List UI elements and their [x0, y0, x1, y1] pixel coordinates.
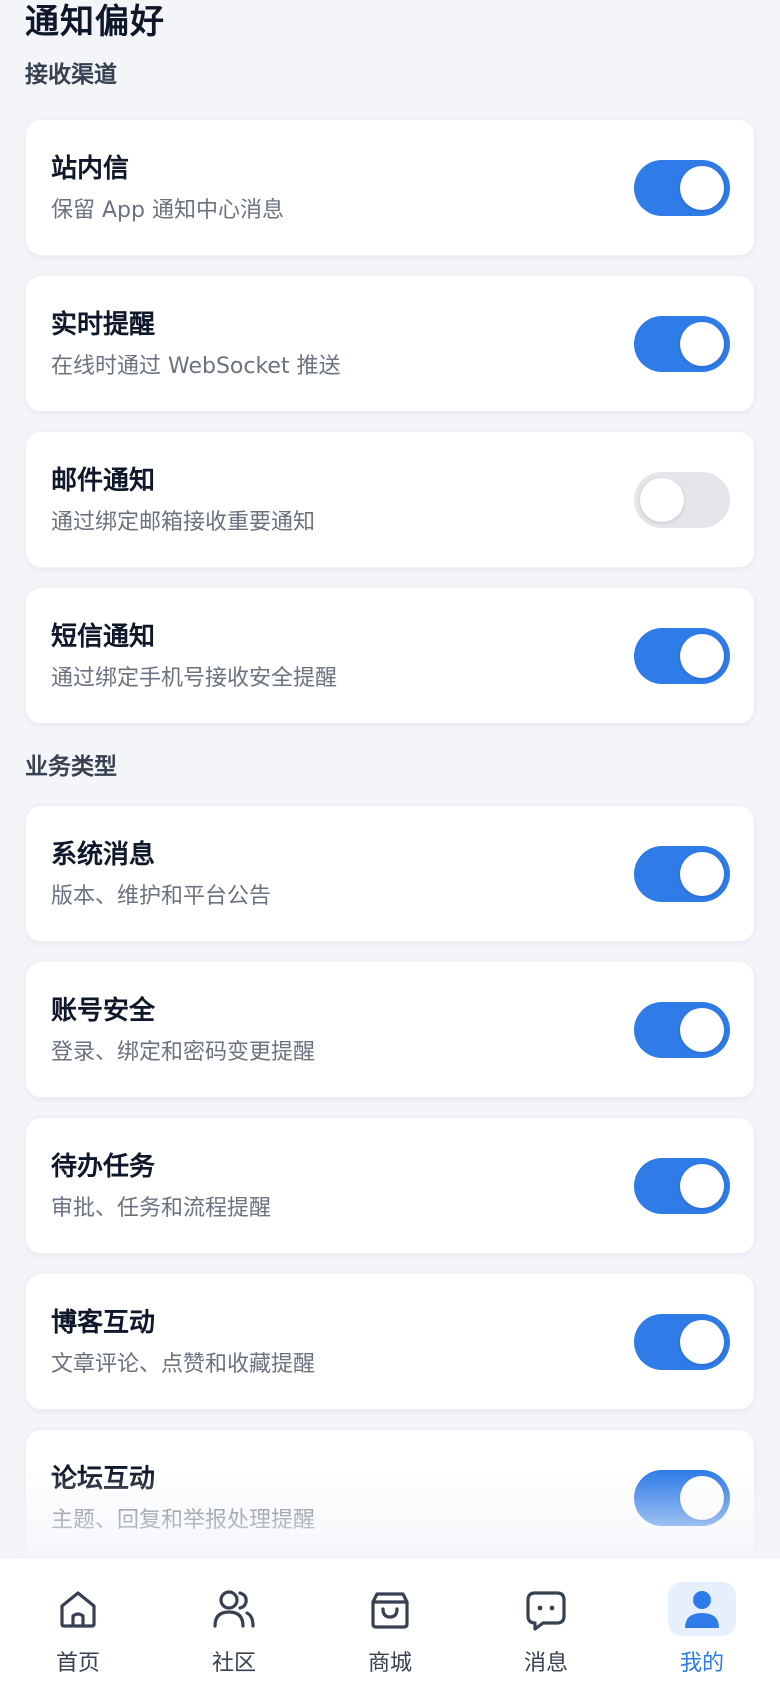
setting-card-in-app: 站内信 保留 App 通知中心消息: [25, 119, 755, 256]
setting-title: 邮件通知: [51, 466, 156, 496]
tab-label: 社区: [211, 1651, 256, 1676]
toggle-knob: [640, 478, 684, 522]
home-icon: [60, 1591, 96, 1628]
notification-preferences-page: 通知偏好 接收渠道 站内信 保留 App 通知中心消息 实时提醒 在线时通过 W…: [0, 0, 780, 1688]
setting-title: 博客互动: [51, 1308, 156, 1338]
user-icon: [685, 1591, 719, 1628]
setting-description: 文章评论、点赞和收藏提醒: [51, 1352, 316, 1377]
setting-title: 实时提醒: [51, 310, 156, 340]
setting-card-realtime: 实时提醒 在线时通过 WebSocket 推送: [25, 275, 755, 412]
setting-card-system: 系统消息 版本、维护和平台公告: [25, 805, 755, 942]
tab-label: 商城: [367, 1651, 412, 1676]
setting-card-account-security: 账号安全 登录、绑定和密码变更提醒: [25, 961, 755, 1098]
todo-tasks-toggle[interactable]: [634, 1158, 730, 1214]
setting-description: 主题、回复和举报处理提醒: [51, 1508, 316, 1533]
tab-home[interactable]: 首页: [0, 1558, 156, 1688]
bottom-tab-bar: 首页 社区 商城 消息 我的: [0, 1557, 780, 1688]
setting-card-forum: 论坛互动 主题、回复和举报处理提醒: [25, 1429, 755, 1566]
setting-card-email: 邮件通知 通过绑定邮箱接收重要通知: [25, 431, 755, 568]
tab-community[interactable]: 社区: [156, 1558, 312, 1688]
tab-label: 我的: [679, 1651, 724, 1676]
message-icon: [526, 1591, 566, 1631]
system-messages-toggle[interactable]: [634, 846, 730, 902]
toggle-knob: [680, 1008, 724, 1052]
toggle-knob: [680, 1320, 724, 1364]
setting-title: 账号安全: [51, 996, 156, 1026]
realtime-toggle[interactable]: [634, 316, 730, 372]
tab-mall[interactable]: 商城: [312, 1558, 468, 1688]
setting-description: 保留 App 通知中心消息: [51, 198, 284, 223]
section-label-channels: 接收渠道: [25, 62, 117, 88]
setting-description: 通过绑定手机号接收安全提醒: [51, 666, 338, 691]
setting-title: 短信通知: [51, 622, 156, 652]
email-toggle[interactable]: [634, 472, 730, 528]
toggle-knob: [680, 1164, 724, 1208]
toggle-knob: [680, 852, 724, 896]
section-label-business: 业务类型: [25, 754, 117, 780]
blog-interaction-toggle[interactable]: [634, 1314, 730, 1370]
sms-toggle[interactable]: [634, 628, 730, 684]
tab-me[interactable]: 我的: [624, 1558, 780, 1688]
setting-description: 审批、任务和流程提醒: [51, 1196, 272, 1221]
setting-description: 版本、维护和平台公告: [51, 884, 272, 909]
setting-card-sms: 短信通知 通过绑定手机号接收安全提醒: [25, 587, 755, 724]
in-app-toggle[interactable]: [634, 160, 730, 216]
tab-messages[interactable]: 消息: [468, 1558, 624, 1688]
account-security-toggle[interactable]: [634, 1002, 730, 1058]
toggle-knob: [680, 322, 724, 366]
tab-label: 首页: [55, 1651, 100, 1676]
setting-description: 通过绑定邮箱接收重要通知: [51, 510, 316, 535]
tab-label: 消息: [523, 1651, 568, 1676]
setting-description: 在线时通过 WebSocket 推送: [51, 354, 341, 379]
community-icon: [213, 1590, 255, 1628]
setting-description: 登录、绑定和密码变更提醒: [51, 1040, 316, 1065]
toggle-knob: [680, 1476, 724, 1520]
setting-title: 站内信: [51, 154, 130, 184]
setting-card-blog: 博客互动 文章评论、点赞和收藏提醒: [25, 1273, 755, 1410]
page-title: 通知偏好: [25, 2, 165, 42]
forum-interaction-toggle[interactable]: [634, 1470, 730, 1526]
setting-card-todo: 待办任务 审批、任务和流程提醒: [25, 1117, 755, 1254]
shopping-bag-icon: [371, 1592, 409, 1629]
setting-title: 论坛互动: [51, 1464, 156, 1494]
setting-title: 系统消息: [51, 840, 156, 870]
setting-title: 待办任务: [51, 1152, 156, 1182]
toggle-knob: [680, 634, 724, 678]
toggle-knob: [680, 166, 724, 210]
